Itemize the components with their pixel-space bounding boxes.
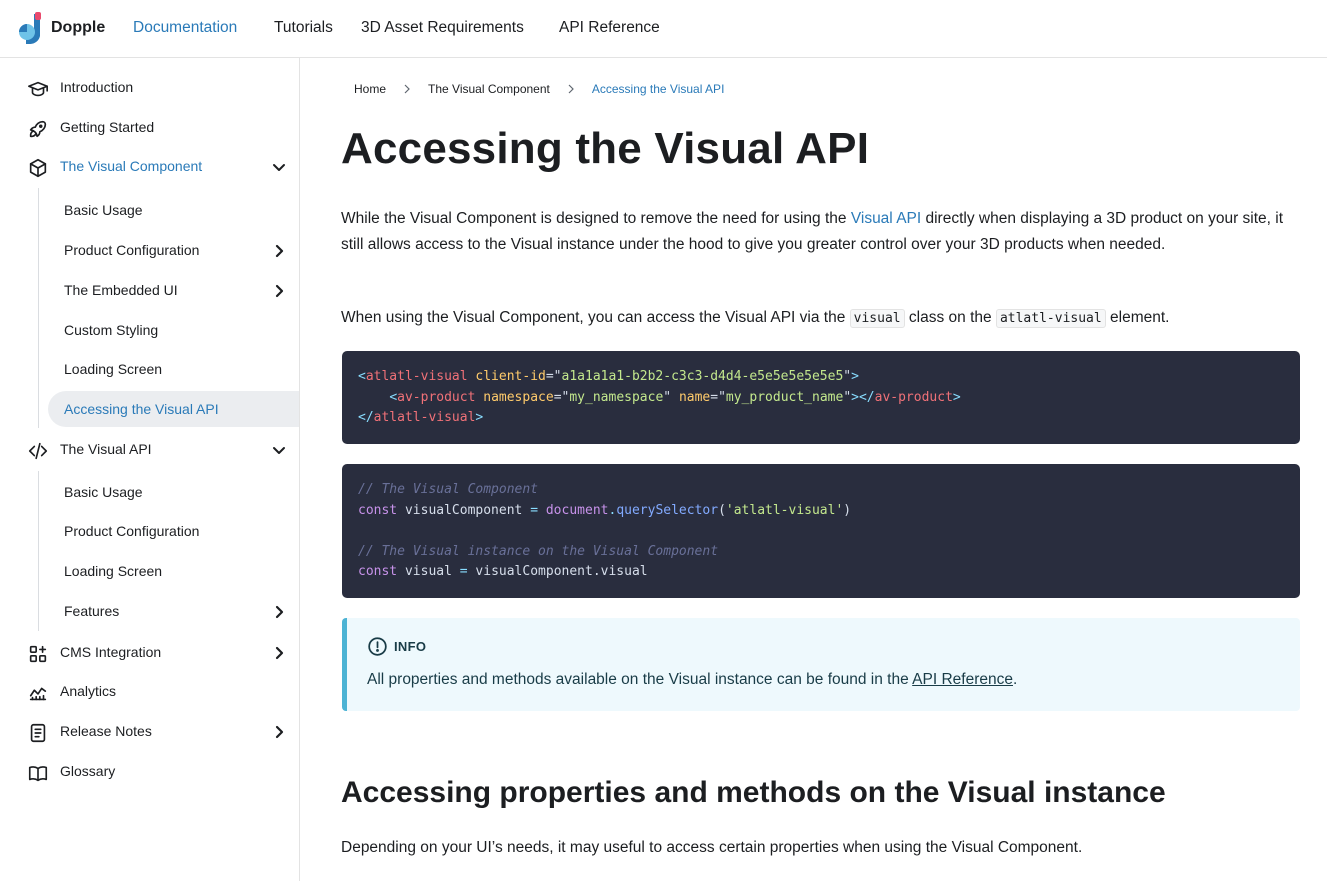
sidebar-item-label: Accessing the Visual API — [64, 401, 219, 417]
sidebar-item-basic-usage[interactable]: Basic Usage — [48, 192, 299, 228]
admonition-title: INFO — [394, 639, 427, 654]
inline-code: atlatl-visual — [995, 309, 1106, 328]
book-icon — [28, 766, 48, 782]
graduation-cap-icon — [28, 81, 48, 97]
breadcrumb-home-link[interactable]: Home — [354, 82, 386, 96]
sidebar-item-label: Introduction — [60, 79, 134, 95]
sidebar-item-label: Loading Screen — [64, 563, 163, 579]
sidebar-item-product-configuration[interactable]: Product Configuration — [48, 232, 299, 268]
sidebar-item-label: Loading Screen — [64, 361, 163, 377]
sidebar-item-label: Features — [64, 603, 120, 619]
sidebar-item-label: Product Configuration — [64, 242, 200, 258]
rocket-icon — [29, 120, 47, 138]
sidebar-item-getting-started[interactable]: Getting Started — [0, 109, 299, 147]
sidebar-item-api-loading-screen[interactable]: Loading Screen — [48, 553, 299, 589]
chevron-right-icon[interactable] — [271, 283, 287, 299]
info-admonition: INFO All properties and methods availabl… — [342, 618, 1300, 711]
sidebar-item-label: The Embedded UI — [64, 282, 178, 298]
visual-api-link[interactable]: Visual API — [851, 210, 921, 227]
sidebar-item-label: Product Configuration — [64, 523, 200, 539]
code-icon — [28, 442, 48, 460]
sidebar-guide-line — [38, 471, 39, 631]
sidebar-item-label: Release Notes — [60, 723, 152, 739]
sidebar-item-the-embedded-ui[interactable]: The Embedded UI — [48, 272, 299, 308]
sidebar-item-label: The Visual Component — [60, 158, 203, 174]
sidebar-item-label: Analytics — [60, 683, 117, 699]
intro-paragraph: While the Visual Component is designed t… — [341, 206, 1301, 258]
admonition-text: All properties and methods available on … — [367, 671, 913, 688]
sidebar-item-analytics[interactable]: Analytics — [0, 673, 299, 711]
breadcrumb-visual-component-link[interactable]: The Visual Component — [428, 82, 550, 96]
document-icon — [30, 723, 46, 743]
nav-3d-asset-requirements-link[interactable]: 3D Asset Requirements — [361, 19, 524, 37]
usage-paragraph: When using the Visual Component, you can… — [341, 305, 1301, 332]
chevron-down-icon[interactable] — [271, 159, 287, 175]
chevron-right-icon[interactable] — [271, 645, 287, 661]
sidebar-item-glossary[interactable]: Glossary — [0, 753, 299, 791]
paragraph-text: While the Visual Component is designed t… — [341, 210, 851, 227]
nav-api-reference-link[interactable]: API Reference — [559, 19, 660, 37]
paragraph-text: class on the — [904, 309, 996, 326]
section-heading: Accessing properties and methods on the … — [341, 776, 1166, 809]
admonition-text: . — [1012, 671, 1018, 688]
sidebar-item-label: Getting Started — [60, 119, 155, 135]
sidebar-guide-line — [38, 188, 39, 428]
sidebar-item-custom-styling[interactable]: Custom Styling — [48, 312, 299, 348]
docs-sidebar: Introduction Getting Started The Visual … — [0, 58, 300, 881]
inline-code: visual — [849, 309, 905, 328]
dopple-logo-icon — [19, 12, 41, 44]
apps-plus-icon — [29, 645, 47, 663]
chevron-right-icon — [568, 84, 574, 94]
sidebar-item-accessing-the-visual-api[interactable]: Accessing the Visual API — [48, 391, 299, 427]
paragraph-text: element. — [1105, 309, 1170, 326]
info-circle-icon — [368, 637, 387, 656]
html-code-block[interactable]: <atlatl-visual client-id="a1a1a1a1-b2b2-… — [342, 351, 1300, 444]
sidebar-item-api-product-configuration[interactable]: Product Configuration — [48, 513, 299, 549]
sidebar-item-label: CMS Integration — [60, 644, 162, 660]
chevron-right-icon[interactable] — [271, 724, 287, 740]
sidebar-item-label: Basic Usage — [64, 202, 143, 218]
page-title: Accessing the Visual API — [341, 124, 870, 173]
sidebar-item-loading-screen[interactable]: Loading Screen — [48, 351, 299, 387]
js-code-block[interactable]: // The Visual Component const visualComp… — [342, 464, 1300, 598]
breadcrumb: Home The Visual Component Accessing the … — [354, 82, 724, 96]
brand-name: Dopple — [51, 19, 106, 36]
brand-link[interactable]: Dopple — [16, 12, 105, 44]
cube-icon — [29, 158, 47, 178]
chevron-right-icon[interactable] — [271, 604, 287, 620]
sidebar-item-label: Basic Usage — [64, 484, 143, 500]
chevron-down-icon[interactable] — [271, 442, 287, 458]
sidebar-item-label: Custom Styling — [64, 322, 159, 338]
admonition-body: All properties and methods available on … — [367, 671, 1017, 689]
sidebar-item-label: Glossary — [60, 763, 116, 779]
sidebar-item-api-basic-usage[interactable]: Basic Usage — [48, 474, 299, 510]
chart-line-icon — [29, 687, 47, 701]
sidebar-item-api-features[interactable]: Features — [48, 593, 299, 629]
sidebar-item-cms-integration[interactable]: CMS Integration — [0, 634, 299, 672]
chevron-right-icon[interactable] — [271, 243, 287, 259]
nav-tutorials-link[interactable]: Tutorials — [274, 19, 333, 37]
sidebar-item-label: The Visual API — [60, 441, 152, 457]
sidebar-item-introduction[interactable]: Introduction — [0, 69, 299, 107]
admonition-heading: INFO — [367, 636, 426, 657]
top-navbar: Dopple Documentation Tutorials 3D Asset … — [0, 0, 1327, 58]
chevron-right-icon — [404, 84, 410, 94]
nav-documentation-link[interactable]: Documentation — [133, 19, 237, 37]
paragraph-text: When using the Visual Component, you can… — [341, 309, 850, 326]
section-paragraph: Depending on your UI’s needs, it may use… — [341, 839, 1083, 856]
sidebar-item-release-notes[interactable]: Release Notes — [0, 713, 299, 751]
api-reference-link[interactable]: API Reference — [912, 671, 1013, 688]
sidebar-item-the-visual-component[interactable]: The Visual Component — [0, 148, 299, 186]
sidebar-item-the-visual-api[interactable]: The Visual API — [0, 431, 299, 469]
breadcrumb-current-page: Accessing the Visual API — [591, 82, 725, 96]
